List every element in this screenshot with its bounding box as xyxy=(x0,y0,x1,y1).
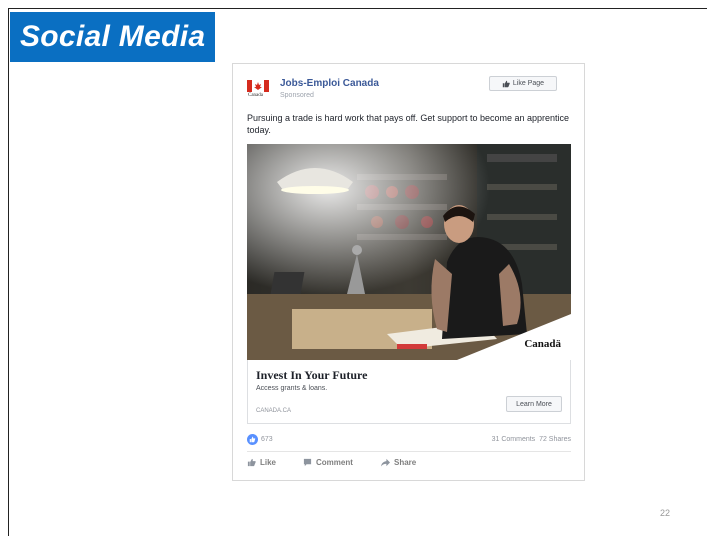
learn-more-button[interactable]: Learn More xyxy=(506,396,562,412)
ad-headline[interactable]: Invest In Your Future xyxy=(256,368,367,383)
ad-image[interactable]: Canadä xyxy=(247,144,571,360)
ad-subtext: Access grants & loans. xyxy=(256,385,328,392)
slide-title: Social Media xyxy=(10,12,215,62)
thumbs-up-icon xyxy=(502,80,510,87)
like-reaction-icon[interactable] xyxy=(247,434,258,445)
like-page-label: Like Page xyxy=(512,80,545,87)
flag-wordmark: Canada xyxy=(248,93,263,98)
like-page-button[interactable]: Like Page xyxy=(489,76,557,91)
canada-flag-icon xyxy=(247,80,269,92)
like-action-label: Like xyxy=(260,458,277,467)
comments-shares[interactable]: 31 Comments 72 Shares xyxy=(492,436,571,443)
share-action-label: Share xyxy=(394,458,417,467)
share-icon xyxy=(381,458,390,467)
post-text: Pursuing a trade is hard work that pays … xyxy=(247,113,570,135)
thumbs-up-icon xyxy=(247,458,256,467)
action-bar: Like Comment Share xyxy=(247,458,571,472)
sponsored-label: Sponsored xyxy=(280,92,314,99)
workshop-photo xyxy=(247,144,571,360)
engagement-stats: 673 31 Comments 72 Shares xyxy=(247,434,571,448)
share-action-button[interactable]: Share xyxy=(381,458,416,467)
page-name-link[interactable]: Jobs-Emploi Canada xyxy=(280,78,379,89)
shares-count[interactable]: 72 Shares xyxy=(539,436,571,443)
like-action-button[interactable]: Like xyxy=(247,458,276,467)
link-domain: CANADA.CA xyxy=(256,408,292,414)
comment-icon xyxy=(303,458,312,467)
reaction-count[interactable]: 673 xyxy=(261,436,273,443)
link-preview[interactable]: Invest In Your Future Access grants & lo… xyxy=(247,360,571,424)
facebook-ad-card: Canada Jobs-Emploi Canada Sponsored Like… xyxy=(232,63,585,481)
divider xyxy=(247,451,571,452)
page-number: 22 xyxy=(660,508,671,518)
comments-count[interactable]: 31 Comments xyxy=(492,436,536,443)
comment-action-label: Comment xyxy=(316,458,353,467)
canada-wordmark: Canadä xyxy=(524,338,561,350)
comment-action-button[interactable]: Comment xyxy=(303,458,353,467)
